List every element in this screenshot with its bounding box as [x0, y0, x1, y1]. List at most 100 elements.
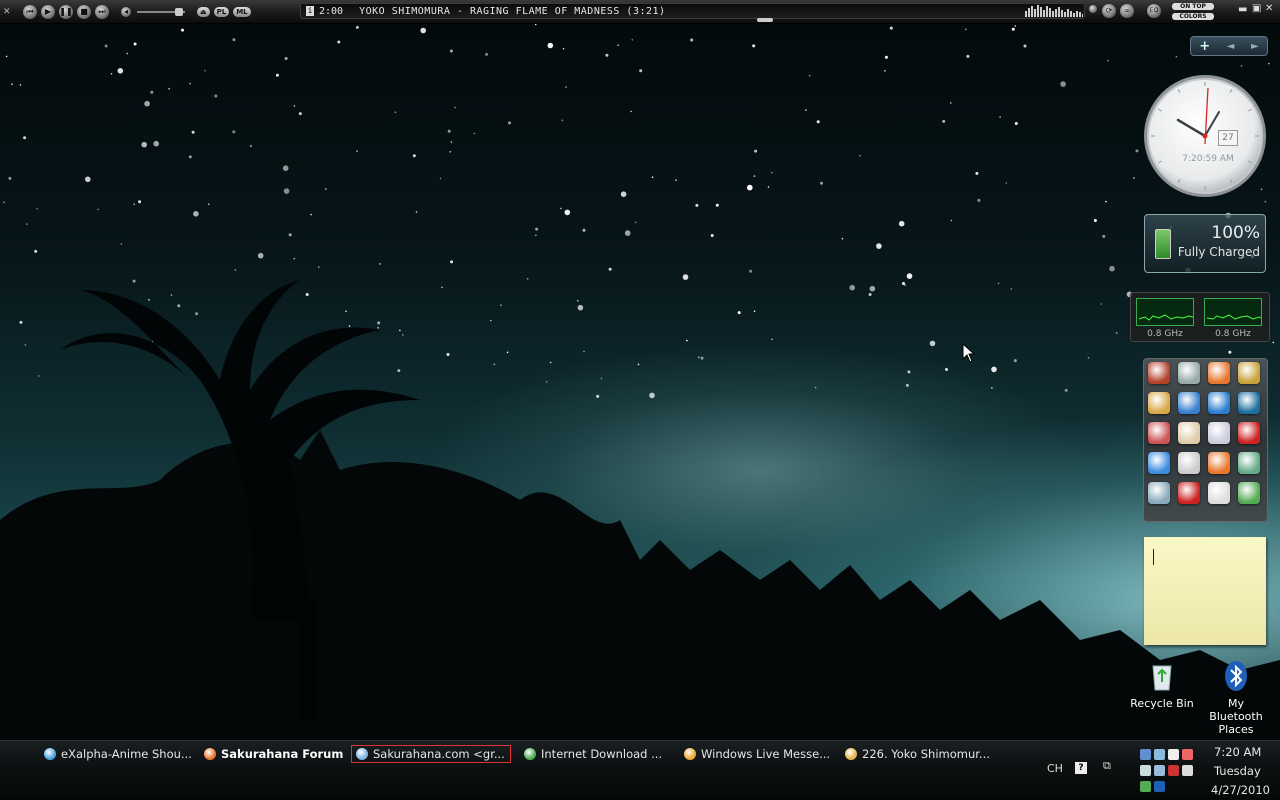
usb-tray-icon[interactable] [1140, 765, 1151, 776]
mouse-pointer-icon [962, 343, 976, 363]
recycle-bin-desktop-icon[interactable]: Recycle Bin [1126, 660, 1198, 710]
taskbar-item[interactable]: Windows Live Messe... [684, 745, 834, 763]
update-tray-icon[interactable] [1140, 781, 1151, 792]
system-clock-time[interactable]: 7:20 AM [1214, 745, 1261, 759]
system-clock-day[interactable]: Tuesday [1214, 764, 1261, 778]
bluetooth-tray-icon[interactable] [1154, 781, 1165, 792]
bluetooth-places-label: My Bluetooth Places [1209, 697, 1263, 736]
taskbar-item[interactable]: Sakurahana Forums ... [204, 745, 344, 763]
media-player-bar: ✕ ⏮ ▶ ❚❚ ■ ⏭ ◂ ⏏ PL ML i 2:00 YOKO SHIMO… [0, 0, 1280, 24]
battery-status: Fully Charged [1177, 245, 1260, 259]
antivirus-tray-icon[interactable] [1168, 765, 1179, 776]
add-gadget-button[interactable]: + [1199, 39, 1210, 54]
taskbar-item-label: eXalpha-Anime Shou... [61, 747, 192, 761]
app-icon[interactable] [1148, 362, 1170, 384]
system-clock-date[interactable]: 4/27/2010 [1211, 783, 1270, 797]
taskbar-item-label: Internet Download ... [541, 747, 663, 761]
stop-button[interactable]: ■ [77, 4, 91, 19]
network-tray-icon[interactable] [1140, 749, 1151, 760]
bluetooth-icon [1225, 661, 1247, 691]
repeat-icon[interactable]: ⟳ [1102, 4, 1116, 18]
restore-icon[interactable]: ⧉ [1103, 759, 1111, 773]
e-icon[interactable] [1238, 392, 1260, 414]
taskbar-item-label: Sakurahana Forums ... [221, 747, 344, 761]
wifi-tray-icon[interactable] [1154, 765, 1165, 776]
text-cursor [1153, 549, 1154, 565]
desktop-wallpaper [0, 0, 1280, 740]
colors-button[interactable]: COLORS [1172, 13, 1214, 20]
monitor-icon[interactable] [1238, 452, 1260, 474]
battery-percent: 100% [1211, 223, 1260, 243]
recycle-bin-label: Recycle Bin [1130, 697, 1194, 710]
filezilla-icon[interactable] [1178, 482, 1200, 504]
network-icon[interactable] [1148, 482, 1170, 504]
previous-button[interactable]: ⏮ [23, 4, 37, 19]
eject-button[interactable]: ⏏ [197, 6, 210, 17]
volume-handle[interactable] [175, 7, 183, 16]
chrome-icon [44, 748, 56, 760]
display-tray-icon[interactable] [1154, 749, 1165, 760]
next-page-icon[interactable]: ► [1251, 41, 1259, 52]
minimize-icon[interactable]: ▬ [1238, 4, 1247, 15]
shuffle-icon[interactable] [1089, 5, 1097, 13]
language-indicator[interactable]: CH [1047, 762, 1063, 775]
close-icon[interactable]: ✕ [3, 7, 13, 17]
crossfade-icon[interactable]: ∞ [1120, 4, 1134, 18]
clock-date-box: 27 [1218, 130, 1238, 146]
taskbar-item[interactable]: Internet Download ... [524, 745, 664, 763]
paint-icon[interactable] [1148, 422, 1170, 444]
mcafee-icon[interactable] [1148, 392, 1170, 414]
elapsed-time: 2:00 [319, 5, 344, 17]
playlist-button[interactable]: PL [213, 6, 230, 17]
track-display: i 2:00 YOKO SHIMOMURA - RAGING FLAME OF … [300, 3, 1085, 19]
battery-icon [1155, 229, 1171, 259]
edit-icon[interactable] [1178, 422, 1200, 444]
info-icon[interactable]: i [306, 6, 314, 16]
seek-handle[interactable] [757, 18, 773, 22]
taskbar-item[interactable]: eXalpha-Anime Shou... [44, 745, 194, 763]
volume-tray-icon[interactable] [1182, 765, 1193, 776]
volume-slider[interactable] [137, 7, 185, 16]
cpu-meter-gadget[interactable]: 0.8 GHz 0.8 GHz [1130, 292, 1270, 342]
upload-icon[interactable] [1238, 482, 1260, 504]
notes-icon[interactable] [1178, 362, 1200, 384]
taskbar-item-label: 226. Yoko Shimomur... [862, 747, 990, 761]
sticky-note-gadget[interactable] [1144, 537, 1266, 645]
notepad-icon[interactable] [1208, 482, 1230, 504]
maximize-icon[interactable]: ▣ [1252, 3, 1261, 14]
firefox-icon [204, 748, 216, 760]
taskbar-item-label: Windows Live Messe... [701, 747, 831, 761]
help-icon[interactable]: ? [1075, 762, 1087, 774]
cpu-core2-label: 0.8 GHz [1215, 329, 1251, 339]
pdf-icon[interactable] [1238, 422, 1260, 444]
keys-icon[interactable] [1238, 362, 1260, 384]
analog-clock-gadget[interactable] [1143, 74, 1267, 198]
winamp-icon [845, 748, 857, 760]
battery-gadget[interactable]: 100% Fully Charged [1144, 214, 1266, 273]
chrome-icon[interactable] [1148, 452, 1170, 474]
firefox-icon[interactable] [1208, 452, 1230, 474]
globe-icon[interactable] [1208, 392, 1230, 414]
next-button[interactable]: ⏭ [95, 4, 109, 19]
play-button[interactable]: ▶ [41, 4, 55, 19]
on-top-button[interactable]: ON TOP [1172, 3, 1214, 10]
taskbar: eXalpha-Anime Shou... Sakurahana Forums .… [0, 740, 1280, 800]
document-icon[interactable] [1208, 422, 1230, 444]
taskbar-item[interactable]: 226. Yoko Shimomur... [845, 745, 995, 763]
security-tray-icon[interactable] [1182, 749, 1193, 760]
previous-page-icon[interactable]: ◄ [1227, 41, 1235, 52]
taskbar-item[interactable]: Sakurahana.com <gr... [351, 745, 511, 763]
clock-digital-time: 7:20:59 AM [1182, 154, 1234, 164]
cpu-core2-graph [1204, 298, 1262, 326]
close-window-icon[interactable]: ✕ [1265, 3, 1273, 14]
cpu-core1-label: 0.8 GHz [1147, 329, 1183, 339]
bluetooth-places-desktop-icon[interactable]: My Bluetooth Places [1200, 660, 1272, 736]
text-icon[interactable] [1178, 452, 1200, 474]
gadget-toolbar: + ◄ ► [1190, 36, 1268, 56]
firefox-icon[interactable] [1208, 362, 1230, 384]
equalizer-button[interactable]: EQ [1147, 4, 1161, 18]
feather-icon[interactable] [1178, 392, 1200, 414]
messenger-tray-icon[interactable] [1168, 749, 1179, 760]
pause-button[interactable]: ❚❚ [59, 4, 73, 19]
media-library-button[interactable]: ML [233, 6, 251, 17]
